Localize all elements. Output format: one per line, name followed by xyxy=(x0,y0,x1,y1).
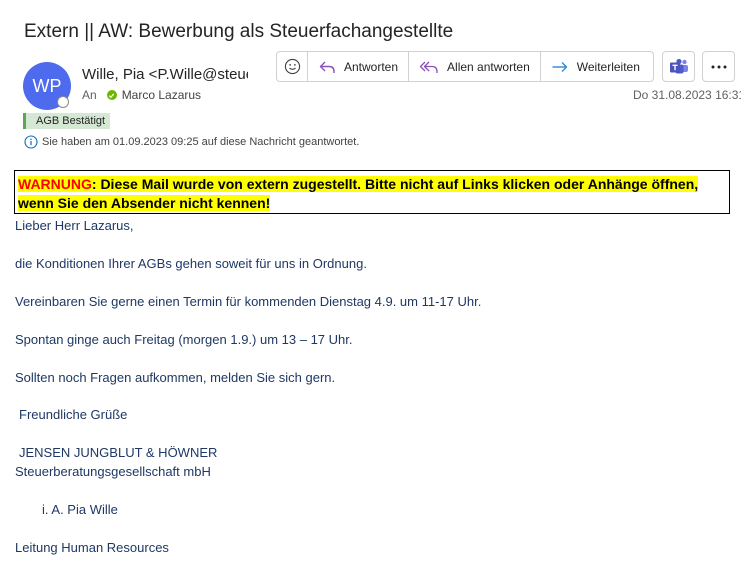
signature-company: JENSEN JUNGBLUT & HÖWNER xyxy=(19,445,218,460)
body-paragraph: Spontan ginge auch Freitag (morgen 1.9.)… xyxy=(15,332,353,347)
signature-name: i. A. Pia Wille xyxy=(42,502,118,517)
forward-button[interactable]: Weiterleiten xyxy=(541,52,650,81)
reply-all-button[interactable]: Allen antworten xyxy=(409,52,540,81)
recipient-name[interactable]: Marco Lazarus xyxy=(122,88,201,102)
warning-text-line1: : Diese Mail wurde von extern zugestellt… xyxy=(91,176,699,192)
reply-all-label: Allen antworten xyxy=(447,59,530,74)
ellipsis-icon xyxy=(711,65,726,68)
message-actions-toolbar: Antworten Allen antworten Weiterleiten xyxy=(276,51,654,82)
info-icon xyxy=(24,135,38,149)
email-subject: Extern || AW: Bewerbung als Steuerfachan… xyxy=(24,21,454,42)
received-date: Do 31.08.2023 16:31 xyxy=(633,88,741,102)
reply-all-icon xyxy=(419,61,438,73)
smiley-icon xyxy=(284,58,300,75)
body-paragraph: Vereinbaren Sie gerne einen Termin für k… xyxy=(15,294,482,309)
warning-text-line2: wenn Sie den Absender nicht kennen! xyxy=(18,195,271,211)
avatar-initials: WP xyxy=(32,75,62,96)
reply-button[interactable]: Antworten xyxy=(308,52,408,81)
more-actions-button[interactable] xyxy=(702,51,735,82)
recipient-row: An Marco Lazarus xyxy=(82,88,201,102)
to-label: An xyxy=(82,88,97,102)
reply-icon xyxy=(319,61,335,73)
available-status-icon xyxy=(106,90,117,100)
reply-info-text: Sie haben am 01.09.2023 09:25 auf diese … xyxy=(42,136,360,148)
reply-info-bar: Sie haben am 01.09.2023 09:25 auf diese … xyxy=(24,135,359,149)
sender-name[interactable]: Wille, Pia <P.Wille@steue xyxy=(82,66,248,83)
body-paragraph: die Konditionen Ihrer AGBs gehen soweit … xyxy=(15,256,367,271)
body-paragraph: Sollten noch Fragen aufkommen, melden Si… xyxy=(15,370,336,385)
signature-company-type: Steuerberatungsgesellschaft mbH xyxy=(15,464,211,479)
teams-icon xyxy=(669,58,688,73)
category-tag[interactable]: AGB Bestätigt xyxy=(23,113,111,129)
presence-status-icon xyxy=(57,96,69,108)
body-closing: Freundliche Grüße xyxy=(19,407,128,422)
forward-label: Weiterleiten xyxy=(576,59,640,74)
signature-role: Leitung Human Resources xyxy=(15,540,169,555)
forward-arrow-icon xyxy=(552,61,567,72)
reply-label: Antworten xyxy=(344,59,399,74)
teams-button[interactable] xyxy=(662,51,695,82)
body-greeting: Lieber Herr Lazarus, xyxy=(15,218,134,233)
reaction-button[interactable] xyxy=(277,52,307,81)
warning-prefix: WARNUNG xyxy=(18,176,92,192)
external-warning-banner: WARNUNG: Diese Mail wurde von extern zug… xyxy=(14,170,730,214)
